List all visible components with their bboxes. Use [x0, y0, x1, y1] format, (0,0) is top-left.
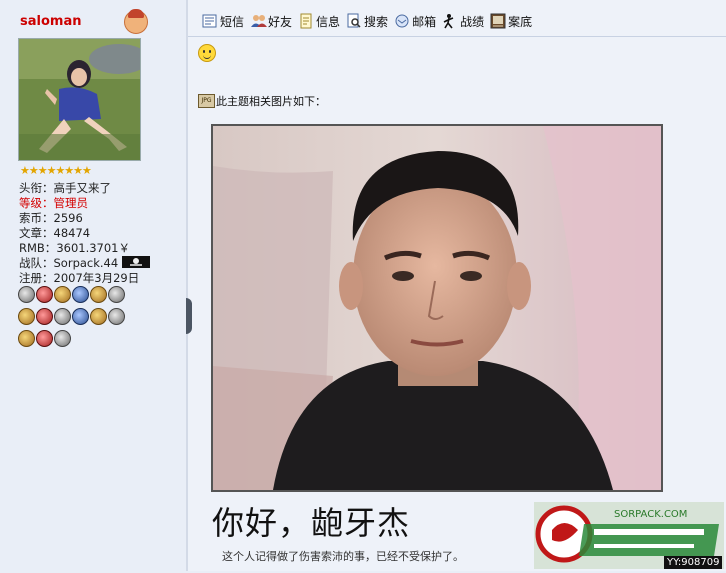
user-rmb-row: RMB：3601.3701￥: [19, 241, 130, 256]
toolbar-record-label: 战绩: [460, 14, 485, 29]
rank-stars: ★★★★★★★★: [20, 164, 92, 177]
medal-icon[interactable]: [108, 308, 125, 325]
toolbar-record[interactable]: 战绩: [442, 13, 484, 30]
medal-icon[interactable]: [54, 286, 71, 303]
coins-label: 索币：: [19, 211, 54, 225]
avatar-photo: [19, 39, 140, 160]
toolbar-mail[interactable]: 邮箱: [394, 13, 436, 30]
user-toolbar: 短信 好友 信息 搜索 邮箱 战绩 案底: [202, 10, 538, 32]
related-images-text: 此主题相关图片如下：: [216, 95, 326, 108]
medal-icon[interactable]: [36, 330, 53, 347]
toolbar-separator: [188, 36, 726, 37]
user-title-row: 头衔：高手又来了: [19, 181, 111, 196]
medal-icon[interactable]: [90, 308, 107, 325]
title-label: 头衔：: [19, 181, 54, 195]
medal-icon[interactable]: [18, 330, 35, 347]
user-level-row: 等级：管理员: [19, 196, 88, 211]
user-reg-row: 注册：2007年3月29日: [19, 271, 139, 286]
team-value[interactable]: Sorpack.44: [54, 256, 119, 270]
toolbar-friends-label: 好友: [268, 14, 293, 29]
medal-icon[interactable]: [108, 286, 125, 303]
portrait-photo: [213, 126, 661, 490]
friends-icon: [250, 13, 268, 29]
posts-value: 48474: [53, 226, 91, 240]
reg-label: 注册：: [19, 271, 54, 285]
post-image[interactable]: [211, 124, 663, 492]
toolbar-info-label: 信息: [316, 14, 341, 29]
toolbar-info[interactable]: 信息: [298, 13, 340, 30]
info-icon: [298, 13, 314, 29]
rmb-value: 3601.3701￥: [56, 241, 131, 255]
watermark-id: YY:908709: [664, 556, 723, 569]
medal-icon[interactable]: [36, 308, 53, 325]
post-caption-note: 这个人记得做了伤害索沛的事，已经不受保护了。: [222, 550, 464, 563]
side-collapse-handle[interactable]: [186, 298, 192, 334]
toolbar-message-label: 短信: [220, 14, 245, 29]
pirate-flag-icon: [121, 256, 150, 268]
medal-icon[interactable]: [54, 308, 71, 325]
toolbar-friends[interactable]: 好友: [250, 13, 292, 30]
posts-label: 文章：: [19, 226, 54, 240]
reg-value: 2007年3月29日: [53, 271, 140, 285]
team-label: 战队：: [19, 256, 54, 270]
medal-icon[interactable]: [18, 308, 35, 325]
search-icon: [346, 13, 362, 29]
rmb-label: RMB：: [19, 241, 57, 255]
medal-collection: [18, 286, 142, 352]
mail-icon: [394, 13, 410, 29]
smiley-icon: [198, 44, 216, 62]
coins-value: 2596: [53, 211, 83, 225]
user-profile-panel: saloman ★★★★★★★★ 头衔：高手又来了 等级：管理员 索币：2596…: [0, 0, 186, 571]
level-label: 等级：: [19, 196, 54, 210]
user-posts-row: 文章：48474: [19, 226, 90, 241]
medal-icon[interactable]: [90, 286, 107, 303]
title-value: 高手又来了: [53, 181, 112, 195]
toolbar-case-file[interactable]: 案底: [490, 13, 532, 30]
toolbar-search[interactable]: 搜索: [346, 13, 388, 30]
medal-icon[interactable]: [72, 286, 89, 303]
toolbar-case-file-label: 案底: [508, 14, 533, 29]
level-value: 管理员: [53, 196, 89, 210]
post-content-panel: 短信 好友 信息 搜索 邮箱 战绩 案底 JPG 此主题相关图片如下： 你好，龅…: [186, 0, 726, 571]
avatar[interactable]: [18, 38, 141, 161]
medal-icon[interactable]: [72, 308, 89, 325]
watermark-brand-text: SORPACK.COM: [614, 509, 687, 520]
username[interactable]: saloman: [20, 14, 81, 29]
medal-icon[interactable]: [54, 330, 71, 347]
user-team-row: 战队：Sorpack.44: [19, 256, 150, 271]
toolbar-message[interactable]: 短信: [202, 13, 244, 30]
toolbar-mail-label: 邮箱: [412, 14, 437, 29]
user-face-icon: [124, 9, 148, 34]
record-icon: [442, 13, 458, 29]
user-coins-row: 索币：2596: [19, 211, 83, 226]
toolbar-search-label: 搜索: [364, 14, 389, 29]
related-images-label: JPG 此主题相关图片如下：: [198, 93, 326, 109]
post-caption-title: 你好，龅牙杰: [212, 504, 411, 542]
case-file-icon: [490, 13, 506, 29]
medal-icon[interactable]: [18, 286, 35, 303]
medal-icon[interactable]: [36, 286, 53, 303]
message-icon: [202, 13, 218, 29]
jpg-file-icon: JPG: [198, 94, 215, 108]
